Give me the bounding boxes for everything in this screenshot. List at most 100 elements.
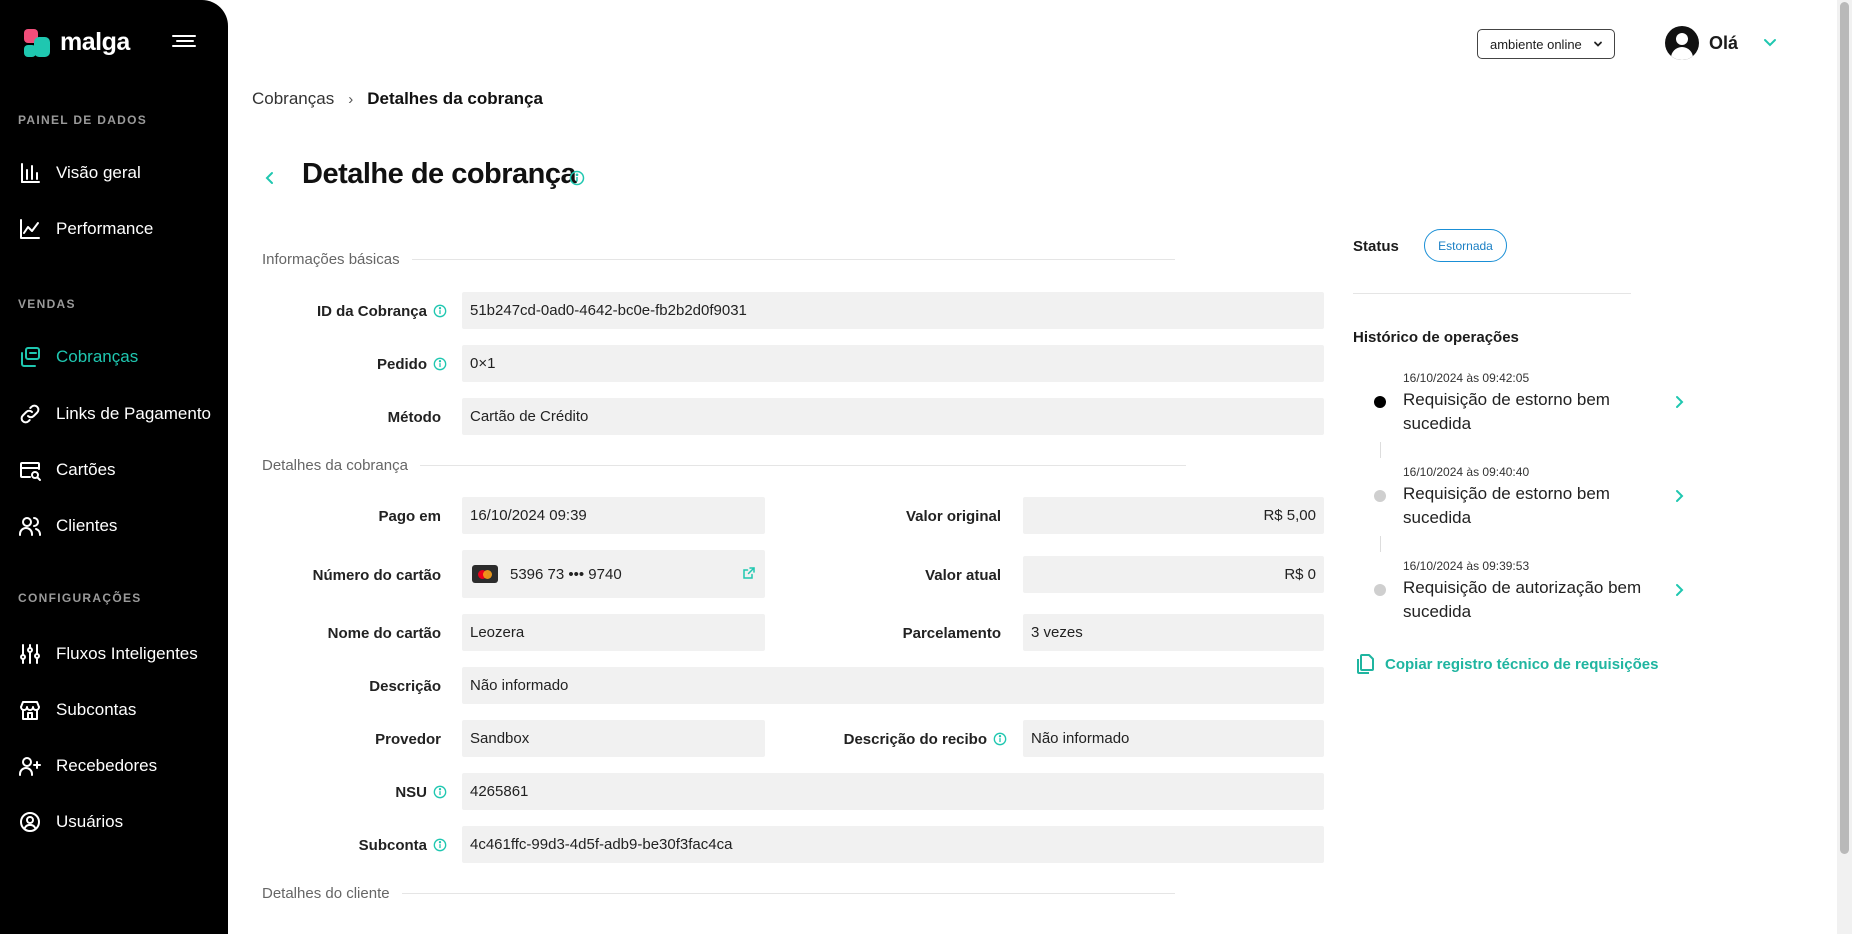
status-label: Status	[1353, 238, 1399, 255]
order-label: Pedido	[262, 353, 447, 375]
divider	[411, 259, 1175, 260]
paid-at-field[interactable]: 16/10/2024 09:39	[462, 497, 765, 534]
nsu-field[interactable]: 4265861	[462, 773, 1324, 810]
info-icon[interactable]	[433, 304, 447, 318]
charge-id-field[interactable]: 51b247cd-0ad0-4642-bc0e-fb2b2d0f9031	[462, 292, 1324, 329]
external-link-icon[interactable]	[742, 566, 756, 580]
info-icon[interactable]	[569, 170, 585, 186]
sidebar-item-label: Cobranças	[56, 347, 139, 366]
divider	[419, 465, 1186, 466]
chevron-right-icon[interactable]	[1673, 488, 1685, 504]
sidebar-item-recipients[interactable]: Recebedores	[18, 751, 157, 781]
original-value-label: Valor original	[905, 507, 1001, 525]
environment-select[interactable]: ambiente online	[1477, 29, 1615, 59]
user-menu[interactable]: Olá	[1665, 26, 1738, 60]
copy-icon	[1357, 654, 1374, 674]
provider-label: Provedor	[375, 730, 441, 748]
environment-select-value: ambiente online	[1490, 36, 1582, 52]
card-number-label: Número do cartão	[312, 566, 441, 584]
method-label: Método	[387, 408, 441, 426]
description-label: Descrição	[369, 677, 441, 695]
breadcrumb-link-charges[interactable]: Cobranças	[252, 89, 334, 109]
link-icon	[20, 404, 40, 424]
receipt-description-label: Descrição do recibo	[800, 728, 1007, 750]
section-title: Detalhes do cliente	[262, 885, 390, 902]
sidebar-item-label: Recebedores	[56, 756, 158, 775]
sidebar: malga PAINEL DE DADOS Visão geral Perfor…	[0, 0, 228, 934]
section-charge-details: Detalhes da cobrança	[262, 457, 1186, 474]
page-title: Detalhe de cobrança	[302, 158, 577, 190]
greeting: Olá	[1709, 32, 1739, 53]
info-icon[interactable]	[433, 357, 447, 371]
sidebar-item-subaccounts[interactable]: Subcontas	[18, 695, 136, 725]
subaccount-field[interactable]: 4c461ffc-99d3-4d5f-adb9-be30f3fac4ca	[462, 826, 1324, 863]
label-text: ID da Cobrança	[316, 302, 427, 320]
label-text: Subconta	[358, 836, 427, 854]
method-field[interactable]: Cartão de Crédito	[462, 398, 1324, 435]
sidebar-item-label: Usuários	[56, 812, 124, 831]
scrollbar[interactable]	[1837, 0, 1852, 934]
card-search-icon	[20, 462, 41, 481]
provider-field[interactable]: Sandbox	[462, 720, 765, 757]
original-value-field[interactable]: R$ 5,00	[1023, 497, 1324, 534]
divider	[1353, 293, 1631, 294]
logo[interactable]: malga	[24, 28, 130, 57]
current-value-field[interactable]: R$ 0	[1023, 556, 1324, 593]
chevron-down-icon[interactable]	[1762, 34, 1778, 50]
malga-logo-icon	[24, 28, 52, 57]
description-field[interactable]: Não informado	[462, 667, 1324, 704]
copy-technical-log-button[interactable]: Copiar registro técnico de requisições	[1355, 653, 1658, 675]
logo-text: malga	[60, 28, 130, 56]
back-arrow-icon[interactable]	[263, 170, 277, 186]
paid-at-label: Pago em	[378, 507, 441, 525]
sidebar-item-cards[interactable]: Cartões	[18, 455, 116, 485]
history-item-time: 16/10/2024 às 09:40:40	[1403, 465, 1530, 479]
history-item-text: Requisição de estorno bem sucedida	[1403, 390, 1610, 433]
status-badge: Estornada	[1424, 229, 1507, 262]
line-chart-icon	[20, 219, 40, 239]
sliders-icon	[20, 644, 40, 664]
user-plus-icon	[19, 757, 41, 776]
chevron-right-icon[interactable]	[1673, 582, 1685, 598]
breadcrumb: Cobranças › Detalhes da cobrança	[252, 89, 543, 109]
order-field[interactable]: 0×1	[462, 345, 1324, 382]
section-title: Detalhes da cobrança	[262, 457, 408, 474]
timeline-connector	[1380, 442, 1381, 458]
breadcrumb-current: Detalhes da cobrança	[367, 89, 543, 108]
history-title: Histórico de operações	[1353, 329, 1519, 346]
info-icon[interactable]	[433, 785, 447, 799]
sidebar-item-label: Fluxos Inteligentes	[56, 644, 198, 663]
breadcrumb-separator-icon: ›	[348, 90, 354, 108]
card-number-field[interactable]: 5396 73 ••• 9740	[462, 550, 765, 598]
sidebar-item-charges[interactable]: Cobranças	[18, 342, 138, 372]
info-icon[interactable]	[433, 838, 447, 852]
sidebar-item-users[interactable]: Usuários	[18, 807, 123, 837]
history-item-text: Requisição de estorno bem sucedida	[1403, 484, 1610, 527]
card-number-value: 5396 73 ••• 9740	[510, 565, 622, 583]
card-name-label: Nome do cartão	[327, 624, 441, 642]
history-item-time: 16/10/2024 às 09:39:53	[1403, 559, 1530, 573]
section-customer-details: Detalhes do cliente	[262, 885, 1175, 902]
mastercard-icon	[472, 565, 498, 583]
sidebar-item-smart-flows[interactable]: Fluxos Inteligentes	[18, 639, 198, 669]
chevron-right-icon[interactable]	[1673, 394, 1685, 410]
card-name-field[interactable]: Leozera	[462, 614, 765, 651]
info-icon[interactable]	[993, 732, 1007, 746]
timeline-connector	[1380, 536, 1381, 552]
sidebar-item-label: Performance	[56, 219, 154, 238]
sidebar-item-label: Clientes	[56, 516, 118, 535]
scrollbar-thumb[interactable]	[1840, 2, 1849, 854]
sidebar-item-overview[interactable]: Visão geral	[18, 158, 141, 188]
menu-toggle-icon[interactable]	[172, 32, 196, 52]
store-icon	[20, 701, 40, 720]
charges-icon	[21, 347, 40, 367]
sidebar-item-label: Visão geral	[56, 163, 141, 182]
receipt-description-field[interactable]: Não informado	[1023, 720, 1324, 757]
current-value-label: Valor atual	[925, 566, 1001, 584]
sidebar-item-clients[interactable]: Clientes	[18, 511, 117, 541]
divider	[401, 893, 1175, 894]
sidebar-item-payment-links[interactable]: Links de Pagamento	[18, 399, 211, 429]
copy-label: Copiar registro técnico de requisições	[1385, 655, 1659, 673]
sidebar-item-performance[interactable]: Performance	[18, 214, 153, 244]
installments-field[interactable]: 3 vezes	[1023, 614, 1324, 651]
